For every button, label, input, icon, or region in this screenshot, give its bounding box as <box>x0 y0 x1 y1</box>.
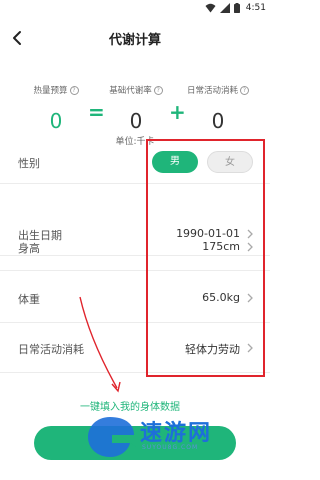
wifi-icon <box>205 3 216 13</box>
fill-body-data-link[interactable]: 一键填入我的身体数据 <box>80 398 180 413</box>
signal-icon <box>220 3 230 13</box>
activity-row-label: 日常活动消耗 <box>18 343 84 356</box>
watermark: 速游网 SUYOU8G.COM <box>82 413 258 465</box>
watermark-sub: SUYOU8G.COM <box>142 444 199 451</box>
help-icon[interactable]: ? <box>69 85 79 95</box>
status-time: 4:51 <box>245 3 266 13</box>
activity-label: 日常活动消耗 <box>186 86 238 96</box>
bmr-column: 基础代谢率 ? 0 <box>100 78 172 133</box>
battery-icon <box>234 3 240 13</box>
help-icon[interactable]: ? <box>240 85 249 95</box>
budget-value: 0 <box>49 109 63 133</box>
bmr-value: 0 <box>129 109 143 133</box>
budget-column: 热量预算 ? 0 <box>20 78 92 133</box>
app-header: 代谢计算 <box>0 18 270 58</box>
weight-label: 体重 <box>18 293 40 306</box>
page-title: 代谢计算 <box>108 33 161 48</box>
activity-value: 0 <box>211 109 225 133</box>
help-icon[interactable]: ? <box>153 85 163 95</box>
watermark-logo-icon <box>88 417 136 457</box>
gender-label: 性别 <box>18 157 40 170</box>
height-label: 身高 <box>18 242 40 255</box>
status-bar: 4:51 <box>0 0 270 18</box>
watermark-text: 速游网 <box>140 421 213 446</box>
activity-column: 日常活动消耗 ? 0 <box>178 78 258 133</box>
bmr-label: 基础代谢率 <box>109 86 152 96</box>
status-icons <box>205 3 240 13</box>
annotation-box <box>146 139 265 377</box>
budget-label: 热量预算 <box>33 86 68 96</box>
